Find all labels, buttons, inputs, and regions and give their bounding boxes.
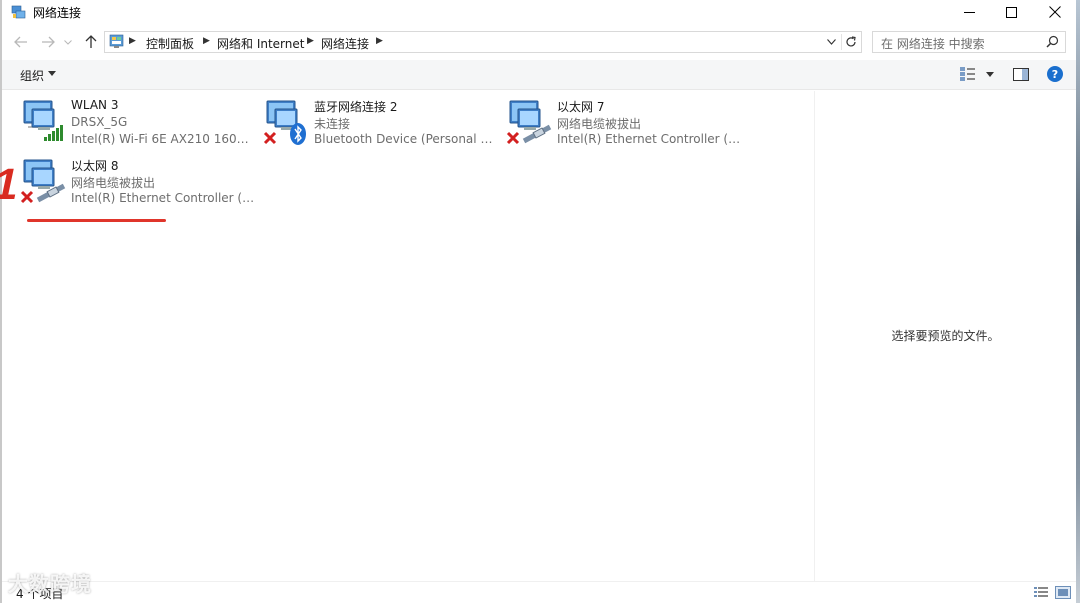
connection-device: Intel(R) Ethernet Controller (3) ... <box>71 191 257 205</box>
chevron-down-icon <box>64 39 72 45</box>
breadcrumb-network-internet[interactable]: 网络和 Internet <box>217 35 304 52</box>
caret-down-icon <box>48 71 56 76</box>
list-item-ethernet7[interactable]: 以太网 7 网络电缆被拔出 Intel(R) Ethernet Controll… <box>506 97 746 155</box>
ethernet-adapter-icon <box>20 159 66 204</box>
list-item-bluetooth[interactable]: 蓝牙网络连接 2 未连接 Bluetooth Device (Personal … <box>263 97 503 155</box>
search-input[interactable]: 在 网络连接 中搜索 <box>872 31 1066 53</box>
desktop-edge <box>1076 0 1080 603</box>
address-bar[interactable]: ▶ 控制面板 ▶ 网络和 Internet ▶ 网络连接 ▶ <box>104 31 862 53</box>
breadcrumb-separator: ▶ <box>307 36 314 46</box>
annotation-underline <box>27 219 166 222</box>
connection-name: 以太网 8 <box>71 159 119 173</box>
connection-device: Bluetooth Device (Personal Ar... <box>314 132 500 146</box>
connection-status: 网络电缆被拔出 <box>557 117 642 131</box>
list-item-ethernet8[interactable]: 以太网 8 网络电缆被拔出 Intel(R) Ethernet Controll… <box>20 156 260 214</box>
address-row: ▶ 控制面板 ▶ 网络和 Internet ▶ 网络连接 ▶ 在 网络连接 中搜… <box>2 24 1076 60</box>
connection-name: 蓝牙网络连接 2 <box>314 100 398 114</box>
breadcrumb-control-panel[interactable]: 控制面板 <box>146 35 194 52</box>
breadcrumb-separator: ▶ <box>203 36 210 46</box>
details-view-icon[interactable] <box>1033 586 1049 599</box>
ethernet-adapter-icon <box>506 100 552 145</box>
change-view-icon[interactable] <box>959 66 977 82</box>
refresh-button[interactable] <box>841 34 859 50</box>
list-item-wlan3[interactable]: WLAN 3 DRSX_5G Intel(R) Wi-Fi 6E AX210 1… <box>20 97 260 155</box>
up-arrow-icon <box>85 35 97 48</box>
title-bar: 网络连接 <box>2 0 1076 24</box>
search-icon <box>1046 35 1059 48</box>
refresh-icon <box>845 36 856 47</box>
maximize-icon <box>1005 6 1017 18</box>
help-icon[interactable]: ? <box>1047 66 1063 82</box>
window-title: 网络连接 <box>33 6 82 20</box>
connection-status: 网络电缆被拔出 <box>71 176 156 190</box>
network-connections-icon <box>11 5 26 19</box>
command-bar: 组织 ? <box>2 60 1076 90</box>
control-panel-icon <box>109 34 124 48</box>
recent-locations-button[interactable] <box>62 33 74 51</box>
connection-status: DRSX_5G <box>71 115 128 129</box>
view-options-caret-icon[interactable] <box>986 72 994 77</box>
forward-button[interactable] <box>39 33 57 51</box>
bluetooth-adapter-icon <box>263 100 306 145</box>
maximize-button[interactable] <box>988 0 1034 24</box>
connection-name: 以太网 7 <box>557 100 605 114</box>
connections-list: WLAN 3 DRSX_5G Intel(R) Wi-Fi 6E AX210 1… <box>2 91 814 581</box>
chevron-down-icon <box>826 39 836 45</box>
connection-name: WLAN 3 <box>71 98 119 112</box>
close-icon <box>1049 6 1061 18</box>
close-button[interactable] <box>1032 0 1078 24</box>
organize-menu[interactable]: 组织 <box>20 67 44 84</box>
large-icons-view-icon[interactable] <box>1055 586 1071 599</box>
connection-device: Intel(R) Wi-Fi 6E AX210 160MHz <box>71 132 257 146</box>
preview-pane-icon[interactable] <box>1013 68 1029 81</box>
status-bar: 4 个项目 <box>2 581 1076 603</box>
breadcrumb-separator: ▶ <box>129 36 136 46</box>
back-button[interactable] <box>12 33 30 51</box>
wifi-adapter-icon <box>23 100 63 141</box>
back-arrow-icon <box>14 36 27 48</box>
forward-arrow-icon <box>42 36 55 48</box>
minimize-button[interactable] <box>946 0 992 24</box>
breadcrumb-separator: ▶ <box>376 36 383 46</box>
watermark: 大数跨境 <box>8 572 92 596</box>
minimize-icon <box>963 11 975 13</box>
connection-device: Intel(R) Ethernet Controller (3) ... <box>557 132 743 146</box>
preview-message: 选择要预览的文件。 <box>891 329 1000 343</box>
preview-pane: 选择要预览的文件。 <box>815 91 1076 581</box>
address-history-button[interactable] <box>823 34 839 50</box>
search-placeholder: 在 网络连接 中搜索 <box>881 37 985 51</box>
breadcrumb-network-connections[interactable]: 网络连接 <box>321 35 369 52</box>
connection-status: 未连接 <box>314 117 351 131</box>
up-button[interactable] <box>82 33 100 51</box>
